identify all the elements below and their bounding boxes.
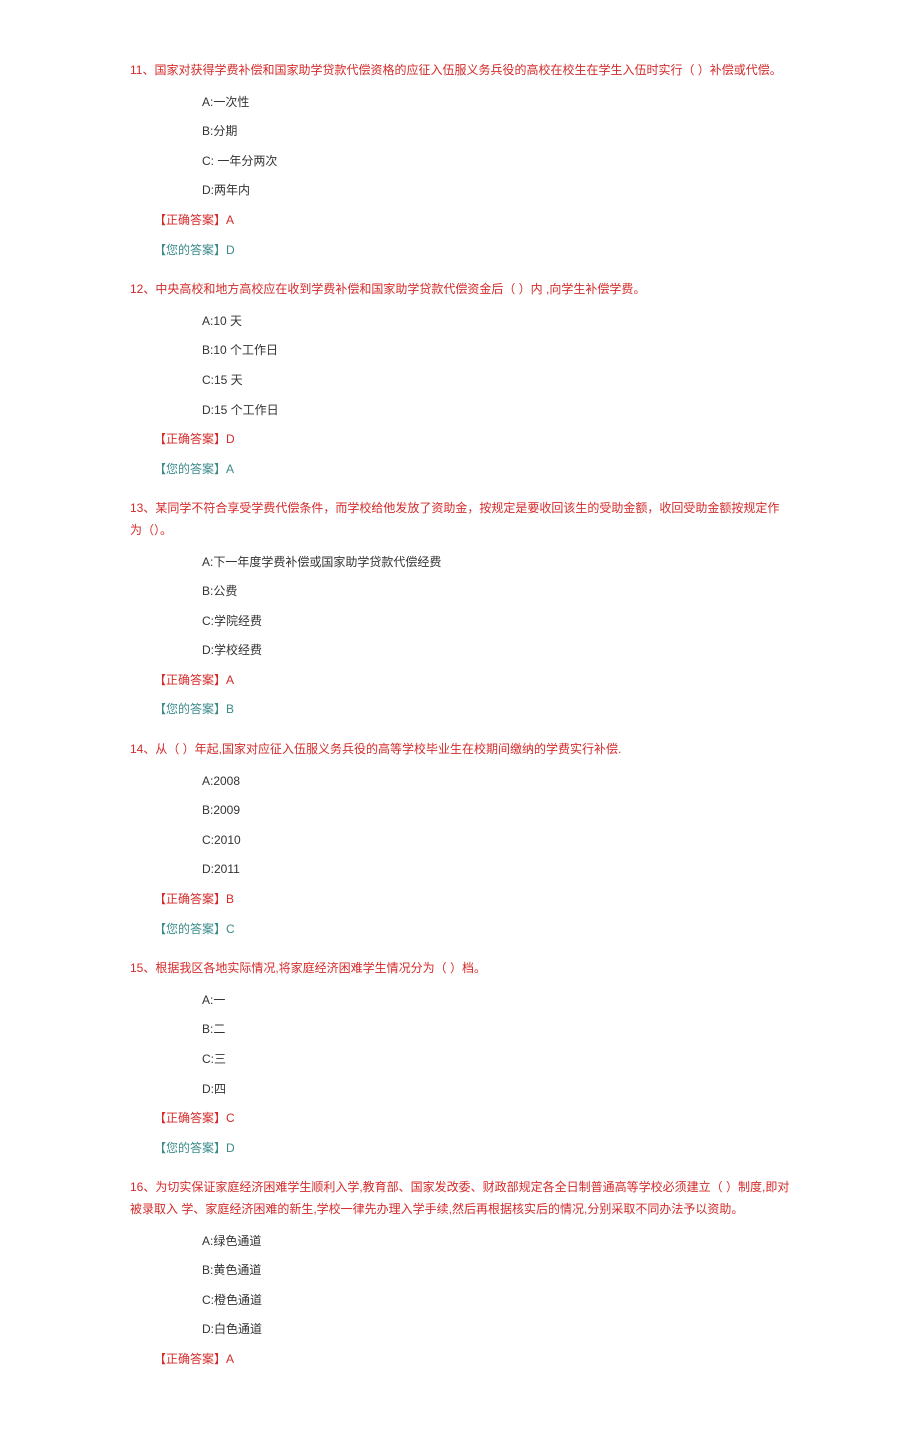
your-answer: 【您的答案】D bbox=[130, 1138, 790, 1160]
your-answer: 【您的答案】A bbox=[130, 459, 790, 481]
correct-answer-label: 【正确答案】 bbox=[154, 213, 226, 227]
option-item: C:橙色通道 bbox=[202, 1290, 790, 1312]
option-item: C:15 天 bbox=[202, 370, 790, 392]
your-answer-value: A bbox=[226, 462, 234, 476]
question-text: 16、为切实保证家庭经济困难学生顺利入学,教育部、国家发改委、财政部规定各全日制… bbox=[130, 1177, 790, 1220]
your-answer-label: 【您的答案】 bbox=[154, 243, 226, 257]
correct-answer-value: C bbox=[226, 1111, 235, 1125]
option-item: D:学校经费 bbox=[202, 640, 790, 662]
correct-answer: 【正确答案】A bbox=[130, 1349, 790, 1371]
option-item: C: 一年分两次 bbox=[202, 151, 790, 173]
question-15: 15、根据我区各地实际情况,将家庭经济困难学生情况分为（ ）档。 A:一 B:二 C:… bbox=[130, 958, 790, 1159]
correct-answer: 【正确答案】A bbox=[130, 210, 790, 232]
correct-answer-label: 【正确答案】 bbox=[154, 1111, 226, 1125]
correct-answer: 【正确答案】C bbox=[130, 1108, 790, 1130]
options-list: A:10 天 B:10 个工作日 C:15 天 D:15 个工作日 bbox=[130, 311, 790, 421]
question-11: 11、国家对获得学费补偿和国家助学贷款代偿资格的应征入伍服义务兵役的高校在校生在… bbox=[130, 60, 790, 261]
your-answer-value: C bbox=[226, 922, 235, 936]
question-text: 12、中央高校和地方高校应在收到学费补偿和国家助学贷款代偿资金后（ ）内 ,向学… bbox=[130, 279, 790, 301]
your-answer-label: 【您的答案】 bbox=[154, 922, 226, 936]
option-item: D:15 个工作日 bbox=[202, 400, 790, 422]
correct-answer-value: D bbox=[226, 432, 235, 446]
correct-answer: 【正确答案】B bbox=[130, 889, 790, 911]
options-list: A:下一年度学费补偿或国家助学贷款代偿经费 B:公费 C:学院经费 D:学校经费 bbox=[130, 552, 790, 662]
correct-answer-label: 【正确答案】 bbox=[154, 1352, 226, 1366]
question-text: 13、某同学不符合享受学费代偿条件，而学校给他发放了资助金，按规定是要收回该生的… bbox=[130, 498, 790, 541]
correct-answer-label: 【正确答案】 bbox=[154, 432, 226, 446]
your-answer: 【您的答案】C bbox=[130, 919, 790, 941]
your-answer: 【您的答案】B bbox=[130, 699, 790, 721]
your-answer-value: D bbox=[226, 243, 235, 257]
correct-answer-value: A bbox=[226, 213, 234, 227]
correct-answer-label: 【正确答案】 bbox=[154, 673, 226, 687]
correct-answer-value: B bbox=[226, 892, 234, 906]
options-list: A:2008 B:2009 C:2010 D:2011 bbox=[130, 771, 790, 881]
option-item: A:绿色通道 bbox=[202, 1231, 790, 1253]
your-answer-value: D bbox=[226, 1141, 235, 1155]
question-text: 11、国家对获得学费补偿和国家助学贷款代偿资格的应征入伍服义务兵役的高校在校生在… bbox=[130, 60, 790, 82]
option-item: D:四 bbox=[202, 1079, 790, 1101]
option-item: D:两年内 bbox=[202, 180, 790, 202]
option-item: D:白色通道 bbox=[202, 1319, 790, 1341]
option-item: C:三 bbox=[202, 1049, 790, 1071]
options-list: A:一次性 B:分期 C: 一年分两次 D:两年内 bbox=[130, 92, 790, 202]
option-item: B:10 个工作日 bbox=[202, 340, 790, 362]
your-answer: 【您的答案】D bbox=[130, 240, 790, 262]
option-item: A:一次性 bbox=[202, 92, 790, 114]
option-item: B:黄色通道 bbox=[202, 1260, 790, 1282]
correct-answer-value: A bbox=[226, 673, 234, 687]
question-12: 12、中央高校和地方高校应在收到学费补偿和国家助学贷款代偿资金后（ ）内 ,向学… bbox=[130, 279, 790, 480]
correct-answer-value: A bbox=[226, 1352, 234, 1366]
correct-answer-label: 【正确答案】 bbox=[154, 892, 226, 906]
question-16: 16、为切实保证家庭经济困难学生顺利入学,教育部、国家发改委、财政部规定各全日制… bbox=[130, 1177, 790, 1370]
your-answer-label: 【您的答案】 bbox=[154, 462, 226, 476]
question-text: 15、根据我区各地实际情况,将家庭经济困难学生情况分为（ ）档。 bbox=[130, 958, 790, 980]
question-13: 13、某同学不符合享受学费代偿条件，而学校给他发放了资助金，按规定是要收回该生的… bbox=[130, 498, 790, 721]
option-item: A:下一年度学费补偿或国家助学贷款代偿经费 bbox=[202, 552, 790, 574]
option-item: D:2011 bbox=[202, 859, 790, 881]
option-item: C:2010 bbox=[202, 830, 790, 852]
option-item: B:分期 bbox=[202, 121, 790, 143]
options-list: A:一 B:二 C:三 D:四 bbox=[130, 990, 790, 1100]
your-answer-label: 【您的答案】 bbox=[154, 1141, 226, 1155]
option-item: C:学院经费 bbox=[202, 611, 790, 633]
option-item: A:2008 bbox=[202, 771, 790, 793]
option-item: A:一 bbox=[202, 990, 790, 1012]
option-item: B:二 bbox=[202, 1019, 790, 1041]
options-list: A:绿色通道 B:黄色通道 C:橙色通道 D:白色通道 bbox=[130, 1231, 790, 1341]
option-item: B:2009 bbox=[202, 800, 790, 822]
question-14: 14、从（ ）年起,国家对应征入伍服义务兵役的高等学校毕业生在校期间缴纳的学费实… bbox=[130, 739, 790, 940]
your-answer-label: 【您的答案】 bbox=[154, 702, 226, 716]
correct-answer: 【正确答案】A bbox=[130, 670, 790, 692]
correct-answer: 【正确答案】D bbox=[130, 429, 790, 451]
option-item: A:10 天 bbox=[202, 311, 790, 333]
question-text: 14、从（ ）年起,国家对应征入伍服义务兵役的高等学校毕业生在校期间缴纳的学费实… bbox=[130, 739, 790, 761]
your-answer-value: B bbox=[226, 702, 234, 716]
option-item: B:公费 bbox=[202, 581, 790, 603]
